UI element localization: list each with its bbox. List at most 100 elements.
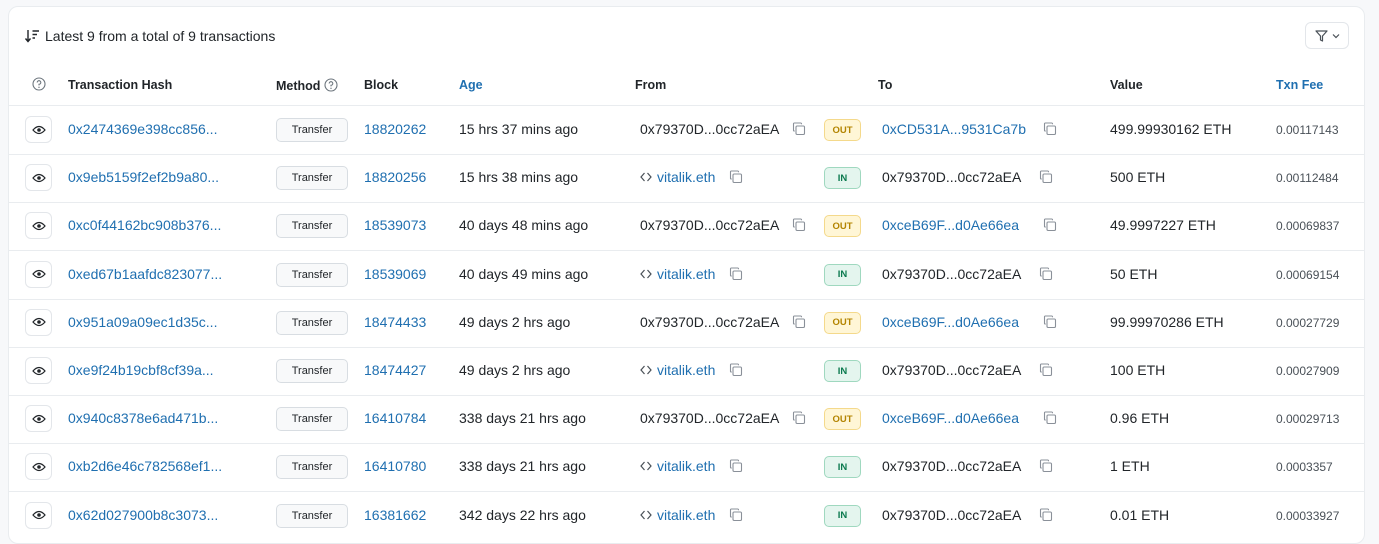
eye-icon bbox=[31, 125, 46, 134]
direction-badge: IN bbox=[824, 456, 861, 479]
copy-icon bbox=[729, 363, 743, 377]
copy-from-button[interactable] bbox=[792, 122, 806, 136]
view-details-button[interactable] bbox=[25, 357, 52, 384]
view-details-button[interactable] bbox=[25, 308, 52, 336]
method-badge: Transfer bbox=[276, 214, 348, 239]
copy-to-button[interactable] bbox=[1043, 122, 1057, 136]
copy-from-button[interactable] bbox=[729, 170, 743, 184]
copy-to-button[interactable] bbox=[1039, 267, 1053, 281]
view-details-button[interactable] bbox=[25, 405, 52, 433]
from-address-link[interactable]: vitalik.eth bbox=[640, 507, 715, 523]
value-text: 0.01 ETH bbox=[1110, 506, 1170, 523]
to-address-link[interactable]: 0xceB69F...d0Ae66ea bbox=[882, 217, 1019, 233]
to-address-link[interactable]: 0xceB69F...d0Ae66ea bbox=[882, 410, 1019, 426]
copy-from-button[interactable] bbox=[729, 459, 743, 473]
copy-icon bbox=[729, 267, 743, 280]
block-link[interactable]: 16381662 bbox=[364, 507, 426, 523]
block-link[interactable]: 18539073 bbox=[364, 217, 426, 233]
transaction-hash-link[interactable]: 0xed67b1aafdc823077... bbox=[68, 266, 222, 282]
to-address: 0x79370D...0cc72aEA bbox=[882, 265, 1022, 282]
to-address-link[interactable]: 0xceB69F...d0Ae66ea bbox=[882, 314, 1019, 330]
txn-fee-text: 0.00117143 bbox=[1276, 123, 1339, 137]
copy-icon bbox=[729, 459, 743, 473]
copy-icon bbox=[729, 508, 743, 521]
copy-to-button[interactable] bbox=[1039, 508, 1053, 522]
question-circle-icon[interactable] bbox=[324, 78, 338, 92]
method-badge: Transfer bbox=[276, 262, 348, 287]
copy-icon bbox=[1039, 170, 1053, 184]
copy-icon bbox=[1039, 363, 1053, 377]
method-badge: Transfer bbox=[276, 503, 348, 528]
value-text: 99.99970286 ETH bbox=[1110, 313, 1224, 330]
age-text: 49 days 2 hrs ago bbox=[459, 362, 571, 378]
copy-to-button[interactable] bbox=[1039, 363, 1053, 377]
block-link[interactable]: 18820256 bbox=[364, 169, 426, 185]
copy-icon bbox=[1043, 411, 1057, 425]
transaction-hash-link[interactable]: 0x62d027900b8c3073... bbox=[68, 507, 218, 523]
column-header-age[interactable]: Age bbox=[459, 78, 483, 92]
column-header-from: From bbox=[635, 78, 667, 92]
method-badge: Transfer bbox=[276, 166, 348, 191]
age-text: 338 days 21 hrs ago bbox=[459, 410, 586, 427]
eye-icon bbox=[31, 270, 46, 279]
table-toolbar: Latest 9 from a total of 9 transactions bbox=[9, 7, 1364, 65]
block-link[interactable]: 16410784 bbox=[364, 410, 426, 426]
transaction-hash-link[interactable]: 0x940c8378e6ad471b... bbox=[68, 410, 218, 426]
block-link[interactable]: 18820262 bbox=[364, 121, 426, 137]
help-icon-header[interactable] bbox=[32, 77, 46, 92]
copy-to-button[interactable] bbox=[1043, 411, 1057, 425]
copy-from-button[interactable] bbox=[792, 315, 806, 329]
table-row: 0xc0f44162bc908b376... Transfer 18539073 40… bbox=[9, 202, 1364, 252]
copy-to-button[interactable] bbox=[1043, 218, 1057, 232]
from-address-label: vitalik.eth bbox=[657, 169, 716, 186]
sort-descending-icon bbox=[24, 30, 39, 43]
to-address-link[interactable]: 0xCD531A...9531Ca7b bbox=[882, 121, 1026, 137]
copy-from-button[interactable] bbox=[729, 267, 743, 281]
txn-fee-text: 0.00029713 bbox=[1276, 412, 1340, 427]
copy-icon bbox=[792, 122, 806, 136]
from-address-link[interactable]: vitalik.eth bbox=[640, 266, 715, 282]
eye-icon bbox=[31, 366, 46, 375]
transaction-hash-link[interactable]: 0x2474369e398cc856... bbox=[68, 121, 217, 137]
transaction-hash-link[interactable]: 0x9eb5159f2ef2b9a80... bbox=[68, 169, 219, 185]
column-header-fee[interactable]: Txn Fee bbox=[1276, 78, 1323, 92]
block-link[interactable]: 16410780 bbox=[364, 458, 426, 474]
copy-to-button[interactable] bbox=[1039, 459, 1053, 473]
block-link[interactable]: 18539069 bbox=[364, 266, 426, 282]
copy-from-button[interactable] bbox=[729, 363, 743, 377]
view-details-button[interactable] bbox=[25, 116, 52, 143]
direction-badge: OUT bbox=[824, 119, 861, 141]
value-text: 49.9997227 ETH bbox=[1110, 217, 1216, 234]
block-link[interactable]: 18474433 bbox=[364, 314, 426, 330]
summary-text: Latest 9 from a total of 9 transactions bbox=[45, 28, 276, 44]
method-badge: Transfer bbox=[276, 118, 348, 142]
from-address-link[interactable]: vitalik.eth bbox=[640, 458, 715, 474]
direction-badge: IN bbox=[824, 360, 861, 382]
copy-icon bbox=[1039, 267, 1053, 280]
from-address-link[interactable]: vitalik.eth bbox=[640, 362, 715, 378]
method-badge: Transfer bbox=[276, 310, 348, 335]
copy-to-button[interactable] bbox=[1043, 315, 1057, 329]
transactions-card: Latest 9 from a total of 9 transactions … bbox=[8, 6, 1365, 544]
copy-to-button[interactable] bbox=[1039, 170, 1053, 184]
transaction-hash-link[interactable]: 0x951a09a09ec1d35c... bbox=[68, 314, 217, 330]
eye-icon bbox=[31, 511, 46, 520]
transaction-hash-link[interactable]: 0xb2d6e46c782568ef1... bbox=[68, 458, 222, 474]
filter-button[interactable] bbox=[1305, 22, 1349, 49]
view-details-button[interactable] bbox=[25, 453, 52, 481]
copy-from-button[interactable] bbox=[792, 411, 806, 425]
copy-icon bbox=[1039, 459, 1053, 473]
transaction-hash-link[interactable]: 0xc0f44162bc908b376... bbox=[68, 217, 221, 233]
view-details-button[interactable] bbox=[25, 164, 52, 192]
eye-icon bbox=[31, 462, 46, 471]
copy-from-button[interactable] bbox=[792, 218, 806, 232]
transaction-hash-link[interactable]: 0xe9f24b19cbf8cf39a... bbox=[68, 362, 214, 378]
block-link[interactable]: 18474427 bbox=[364, 362, 426, 378]
view-details-button[interactable] bbox=[25, 212, 52, 240]
from-address-link[interactable]: vitalik.eth bbox=[640, 169, 715, 185]
copy-from-button[interactable] bbox=[729, 508, 743, 522]
copy-icon bbox=[1043, 315, 1057, 328]
view-details-button[interactable] bbox=[25, 260, 52, 288]
view-details-button[interactable] bbox=[25, 501, 52, 529]
direction-badge: OUT bbox=[824, 311, 861, 334]
